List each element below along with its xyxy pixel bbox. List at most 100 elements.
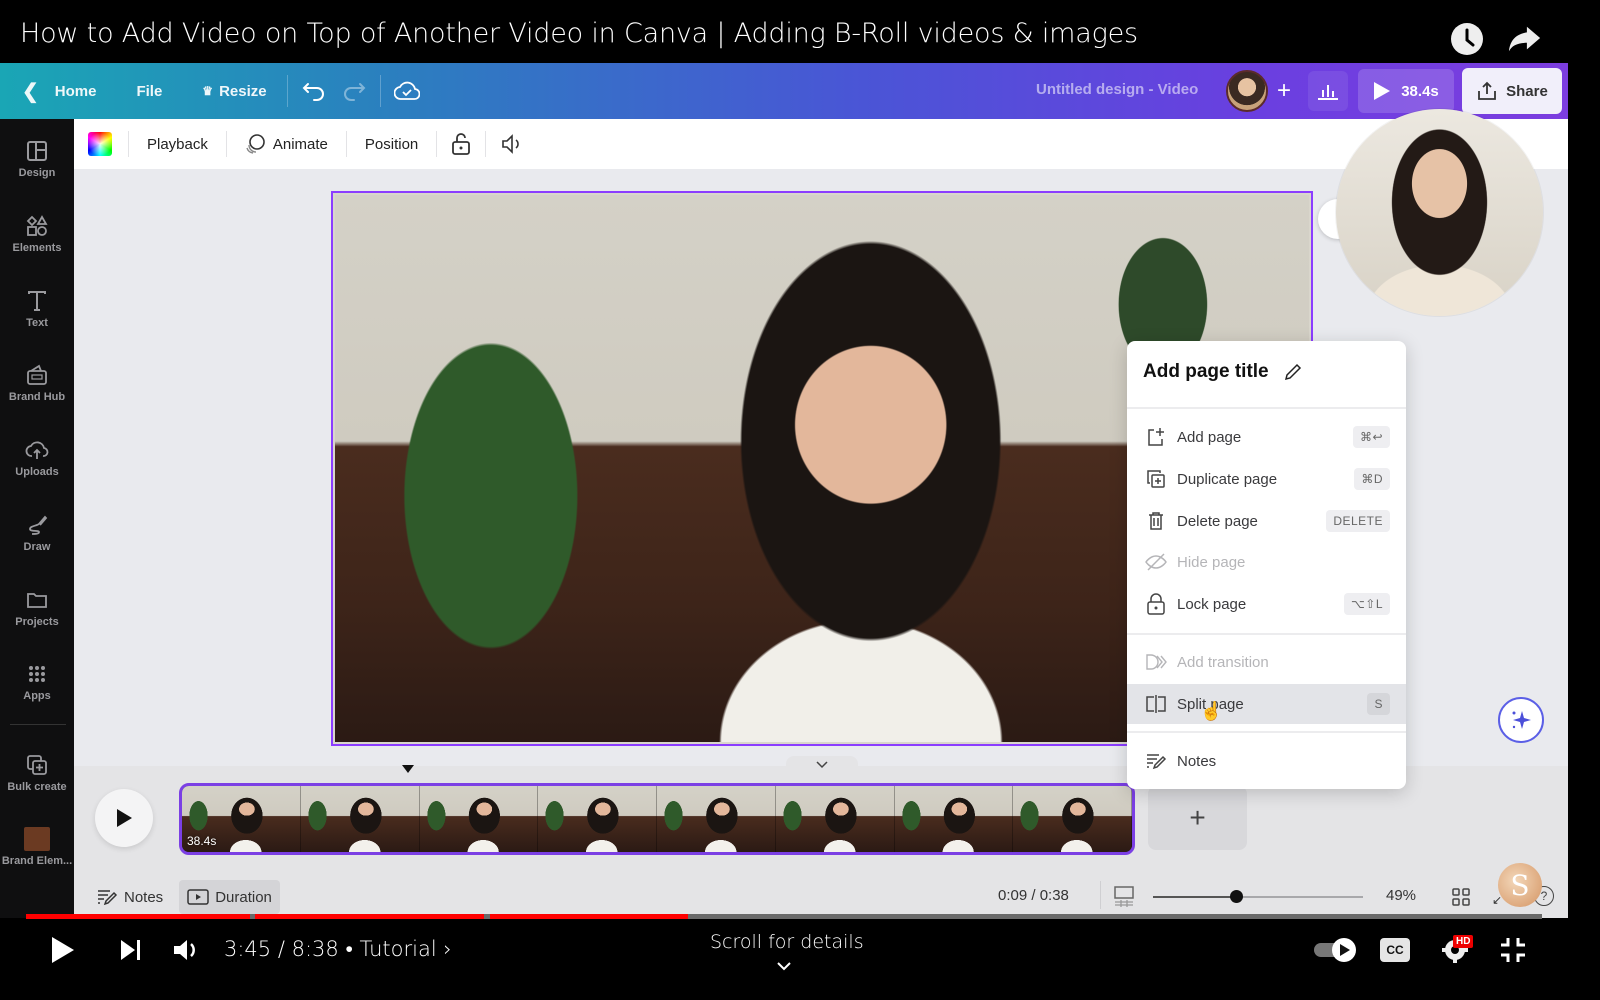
add-collaborator-button[interactable]: + xyxy=(1266,73,1302,109)
menu-item-split-page[interactable]: Split page S xyxy=(1127,684,1406,724)
sidebar: Design Elements Text Brand Hub Uploads D… xyxy=(0,119,74,918)
undo-icon[interactable] xyxy=(294,71,334,111)
scroll-for-details[interactable]: Scroll for details xyxy=(710,931,864,953)
sidebar-item-text[interactable]: Text xyxy=(0,289,74,329)
cloud-upload-icon xyxy=(25,441,49,459)
sidebar-item-draw[interactable]: Draw xyxy=(0,513,74,553)
watch-later-icon[interactable] xyxy=(1450,22,1484,56)
share-label: Share xyxy=(1506,82,1548,100)
playhead-marker[interactable] xyxy=(402,765,414,773)
sidebar-item-apps[interactable]: Apps xyxy=(0,662,74,702)
page-title-label: Add page title xyxy=(1143,361,1269,382)
sidebar-item-design[interactable]: Design xyxy=(0,139,74,179)
animate-label: Animate xyxy=(272,135,328,153)
resize-button[interactable]: ♛ Resize xyxy=(188,71,280,111)
menu-divider xyxy=(1127,731,1406,733)
menu-item-duplicate-page[interactable]: Duplicate page ⌘D xyxy=(1127,459,1406,499)
menu-item-label: Lock page xyxy=(1177,595,1247,613)
split-icon xyxy=(1145,693,1167,715)
zoom-slider-handle[interactable] xyxy=(1230,890,1243,903)
color-picker[interactable] xyxy=(88,132,112,156)
share-button[interactable]: Share xyxy=(1462,68,1562,114)
sidebar-item-elements[interactable]: Elements xyxy=(0,214,74,254)
clip-thumbnail xyxy=(1013,786,1132,852)
page-view-toggle[interactable] xyxy=(1113,885,1135,912)
page-title-field[interactable]: Add page title xyxy=(1143,361,1303,383)
sidebar-item-brand-hub[interactable]: Brand Hub xyxy=(0,363,74,403)
webcam-overlay xyxy=(1336,109,1543,316)
volume-button[interactable] xyxy=(170,932,204,968)
draw-icon xyxy=(29,515,48,535)
sidebar-item-projects[interactable]: Projects xyxy=(0,588,74,628)
menu-item-label: Add transition xyxy=(1177,653,1269,671)
divider xyxy=(1100,881,1101,909)
play-button[interactable] xyxy=(44,932,82,968)
present-button[interactable]: 38.4s xyxy=(1358,69,1454,113)
home-button[interactable]: ❮ Home xyxy=(0,71,110,111)
video-progress-bar[interactable] xyxy=(26,914,1542,919)
duration-icon xyxy=(187,889,209,905)
magic-assistant-button[interactable] xyxy=(1498,697,1544,743)
sidebar-item-brand-elements[interactable]: Brand Elem... xyxy=(0,827,74,867)
shortcut-badge: DELETE xyxy=(1326,510,1390,532)
menu-item-label: Hide page xyxy=(1177,553,1246,571)
lock-button[interactable] xyxy=(437,126,485,162)
menu-item-notes[interactable]: Notes xyxy=(1127,741,1406,781)
sidebar-label: Draw xyxy=(23,541,51,553)
shortcut-badge: S xyxy=(1367,693,1390,715)
chevron-down-icon xyxy=(776,958,792,976)
next-button[interactable] xyxy=(114,932,148,968)
menu-item-lock-page[interactable]: Lock page ⌥⇧L xyxy=(1127,584,1406,624)
menu-item-add-transition: Add transition xyxy=(1127,642,1406,682)
collapse-timeline-button[interactable] xyxy=(786,756,858,774)
position-label: Position xyxy=(364,135,419,153)
file-menu[interactable]: File xyxy=(122,71,176,111)
context-toolbar: Playback Animate Position xyxy=(74,119,1568,169)
autoplay-toggle[interactable] xyxy=(1312,936,1358,964)
menu-item-label: Delete page xyxy=(1177,512,1258,530)
chevron-left-icon: ❮ xyxy=(22,80,39,103)
cloud-saved-icon[interactable] xyxy=(387,71,427,111)
captions-button[interactable]: CC xyxy=(1380,938,1410,962)
position-button[interactable]: Position xyxy=(347,126,436,162)
progress-played-segment xyxy=(26,914,251,919)
page-context-menu: Add page title Add page ⌘↩ Duplicate pag… xyxy=(1127,341,1406,789)
playback-time-readout: 0:09 / 0:38 xyxy=(998,887,1069,904)
video-clip-track[interactable] xyxy=(179,783,1135,855)
volume-button[interactable] xyxy=(486,126,538,162)
grid-view-button[interactable] xyxy=(1452,888,1470,906)
sidebar-item-bulk-create[interactable]: Bulk create xyxy=(0,753,74,793)
share-icon[interactable] xyxy=(1508,22,1542,56)
video-title: How to Add Video on Top of Another Video… xyxy=(20,18,1138,49)
chapter-link[interactable]: • Tutorial › xyxy=(345,937,451,961)
duration-button[interactable]: Duration xyxy=(179,880,280,914)
zoom-percent[interactable]: 49% xyxy=(1386,887,1416,904)
sidebar-item-uploads[interactable]: Uploads xyxy=(0,438,74,478)
notes-button[interactable]: Notes xyxy=(88,880,171,914)
divider xyxy=(286,75,288,107)
playback-label: Playback xyxy=(147,135,208,153)
insights-button[interactable] xyxy=(1308,71,1348,111)
menu-item-add-page[interactable]: Add page ⌘↩ xyxy=(1127,417,1406,457)
menu-item-hide-page: Hide page xyxy=(1127,542,1406,582)
animate-button[interactable]: Animate xyxy=(227,126,346,162)
menu-item-label: Notes xyxy=(1177,752,1217,770)
channel-watermark: S xyxy=(1498,863,1542,907)
add-page-button[interactable]: + xyxy=(1148,786,1247,850)
hand-cursor-icon: ☝ xyxy=(1200,701,1223,721)
filmstrip-icon xyxy=(1114,886,1134,907)
menu-item-delete-page[interactable]: Delete page DELETE xyxy=(1127,501,1406,541)
bar-chart-icon xyxy=(1318,85,1338,100)
timeline-play-button[interactable] xyxy=(95,789,153,847)
sidebar-label: Text xyxy=(26,317,48,329)
playback-button[interactable]: Playback xyxy=(129,126,226,162)
pencil-icon xyxy=(1284,363,1301,381)
clip-thumbnail xyxy=(775,786,895,852)
redo-icon[interactable] xyxy=(334,71,374,111)
volume-icon xyxy=(502,134,519,154)
user-avatar[interactable] xyxy=(1226,70,1268,112)
zoom-slider-track[interactable] xyxy=(1153,896,1363,898)
design-title[interactable]: Untitled design - Video xyxy=(1036,81,1198,98)
file-label: File xyxy=(136,82,163,100)
exit-fullscreen-icon[interactable] xyxy=(1500,937,1526,963)
